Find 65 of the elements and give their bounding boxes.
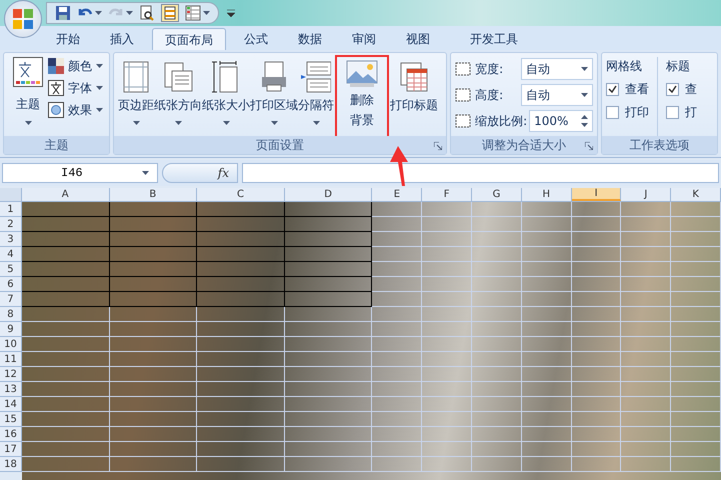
ribbon-tab[interactable]: 开始 <box>44 28 92 50</box>
ribbon-button[interactable]: 分隔符 <box>298 57 334 136</box>
column-header[interactable]: G <box>472 188 522 201</box>
row-header[interactable]: 14 <box>0 397 22 412</box>
checkbox-label[interactable]: 打 <box>685 103 698 121</box>
option-heading: 网格线 <box>606 58 644 75</box>
theme-button-label[interactable]: 主题 <box>16 95 40 113</box>
row-header[interactable]: 9 <box>0 322 22 337</box>
name-box[interactable]: I46 <box>2 163 158 183</box>
spinner-field[interactable]: 100% <box>529 110 594 132</box>
checkbox-label[interactable]: 查 <box>685 80 698 98</box>
column-header[interactable]: D <box>284 188 372 201</box>
column-header[interactable]: B <box>110 188 198 201</box>
column-header[interactable]: A <box>22 188 110 201</box>
row-header[interactable]: 2 <box>0 217 22 232</box>
row-header[interactable]: 5 <box>0 262 22 277</box>
row-header[interactable]: 12 <box>0 367 22 382</box>
group-label: 调整为合适大小 <box>482 137 566 154</box>
row-header[interactable]: 8 <box>0 307 22 322</box>
column-header[interactable]: J <box>621 188 672 201</box>
ribbon-button[interactable]: 打印区域 <box>250 57 298 136</box>
column-header[interactable]: I <box>572 188 622 201</box>
ribbon-button[interactable]: 打印标题 <box>390 57 438 136</box>
ribbon-tab[interactable]: 视图 <box>394 28 442 50</box>
row-header[interactable]: 16 <box>0 427 22 442</box>
group-label: 主题 <box>44 137 69 154</box>
column-header[interactable]: C <box>197 188 285 201</box>
column-header[interactable]: K <box>671 188 721 201</box>
dropdown-field[interactable]: 自动 <box>521 84 594 106</box>
column-header[interactable]: F <box>422 188 472 201</box>
ribbon-button[interactable]: 纸张大小 <box>202 57 250 136</box>
ribbon-small-button[interactable]: 颜色 <box>48 57 103 75</box>
group-label: 工作表选项 <box>630 137 690 154</box>
field-label: 高度: <box>475 87 504 104</box>
ribbon-tab[interactable]: 页面布局 <box>152 28 226 50</box>
field-label: 缩放比例: <box>475 113 528 130</box>
group-label: 页面设置 <box>256 137 304 154</box>
row-header[interactable]: 1 <box>0 202 22 217</box>
ribbon-tab[interactable]: 公式 <box>232 28 280 50</box>
ribbon-tab[interactable]: 插入 <box>98 28 146 50</box>
ribbon-tab[interactable]: 审阅 <box>340 28 388 50</box>
ribbon-button[interactable]: 纸张方向 <box>154 57 202 136</box>
option-heading: 标题 <box>666 58 692 75</box>
row-header[interactable]: 7 <box>0 292 22 307</box>
ribbon-small-button[interactable]: 效果 <box>48 101 103 119</box>
row-header[interactable]: 18 <box>0 457 22 472</box>
row-header[interactable]: 13 <box>0 382 22 397</box>
dropdown-field[interactable]: 自动 <box>521 58 594 80</box>
ribbon-button[interactable]: 页边距 <box>118 57 154 136</box>
row-header[interactable]: 3 <box>0 232 22 247</box>
row-header[interactable]: 10 <box>0 337 22 352</box>
checkbox-label[interactable]: 查看 <box>625 80 650 98</box>
row-header[interactable]: 15 <box>0 412 22 427</box>
row-header[interactable]: 4 <box>0 247 22 262</box>
column-header[interactable]: E <box>372 188 422 201</box>
row-header[interactable]: 11 <box>0 352 22 367</box>
fx-button[interactable]: fx <box>162 163 238 183</box>
ribbon-small-button[interactable]: 字体 <box>48 79 103 97</box>
row-header[interactable]: 17 <box>0 442 22 457</box>
field-label: 宽度: <box>475 61 504 78</box>
ribbon-button[interactable]: 删除 背景 <box>337 57 388 136</box>
ribbon-tab[interactable]: 数据 <box>286 28 334 50</box>
ribbon-tab[interactable]: 开发工具 <box>458 28 530 50</box>
checkbox-label[interactable]: 打印 <box>625 103 650 121</box>
row-header[interactable]: 6 <box>0 277 22 292</box>
